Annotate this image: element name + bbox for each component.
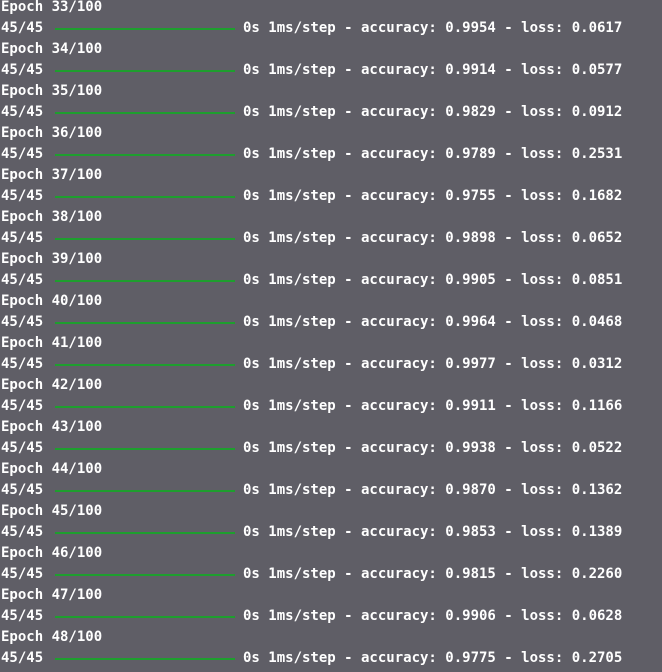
epoch-metrics: 0s 1ms/step - accuracy: 0.9853 - loss: 0… — [243, 524, 623, 540]
epoch-header: Epoch 44/100 — [1, 461, 103, 477]
epoch-header: Epoch 33/100 — [1, 0, 103, 15]
epoch-header: Epoch 47/100 — [1, 587, 103, 603]
epoch-metrics: 0s 1ms/step - accuracy: 0.9954 - loss: 0… — [243, 20, 623, 36]
step-counter: 45/45 — [1, 650, 44, 666]
step-counter: 45/45 — [1, 524, 44, 540]
epoch-metrics: 0s 1ms/step - accuracy: 0.9775 - loss: 0… — [243, 650, 623, 666]
step-counter: 45/45 — [1, 566, 44, 582]
step-counter: 45/45 — [1, 230, 44, 246]
progress-bar — [55, 154, 235, 156]
progress-bar — [55, 196, 235, 198]
step-counter: 45/45 — [1, 188, 44, 204]
epoch-metrics: 0s 1ms/step - accuracy: 0.9755 - loss: 0… — [243, 188, 623, 204]
step-counter: 45/45 — [1, 20, 44, 36]
progress-bar — [55, 238, 235, 240]
epoch-metrics: 0s 1ms/step - accuracy: 0.9911 - loss: 0… — [243, 398, 623, 414]
progress-bar — [55, 406, 235, 408]
epoch-header: Epoch 35/100 — [1, 83, 103, 99]
step-counter: 45/45 — [1, 482, 44, 498]
step-counter: 45/45 — [1, 608, 44, 624]
progress-bar — [55, 490, 235, 492]
step-counter: 45/45 — [1, 62, 44, 78]
epoch-metrics: 0s 1ms/step - accuracy: 0.9898 - loss: 0… — [243, 230, 623, 246]
progress-bar — [55, 658, 235, 660]
epoch-header: Epoch 43/100 — [1, 419, 103, 435]
terminal-output: Epoch 33/100 45/45 0s 1ms/step - accuracy:… — [0, 0, 662, 672]
progress-bar — [55, 28, 235, 30]
epoch-metrics: 0s 1ms/step - accuracy: 0.9914 - loss: 0… — [243, 62, 623, 78]
step-counter: 45/45 — [1, 272, 44, 288]
epoch-header: Epoch 42/100 — [1, 377, 103, 393]
epoch-header: Epoch 46/100 — [1, 545, 103, 561]
step-counter: 45/45 — [1, 440, 44, 456]
epoch-header: Epoch 37/100 — [1, 167, 103, 183]
epoch-metrics: 0s 1ms/step - accuracy: 0.9870 - loss: 0… — [243, 482, 623, 498]
epoch-header: Epoch 40/100 — [1, 293, 103, 309]
epoch-header: Epoch 41/100 — [1, 335, 103, 351]
progress-bar — [55, 574, 235, 576]
epoch-metrics: 0s 1ms/step - accuracy: 0.9905 - loss: 0… — [243, 272, 623, 288]
progress-bar — [55, 112, 235, 114]
epoch-metrics: 0s 1ms/step - accuracy: 0.9789 - loss: 0… — [243, 146, 623, 162]
epoch-header: Epoch 36/100 — [1, 125, 103, 141]
step-counter: 45/45 — [1, 398, 44, 414]
epoch-header: Epoch 38/100 — [1, 209, 103, 225]
epoch-metrics: 0s 1ms/step - accuracy: 0.9964 - loss: 0… — [243, 314, 623, 330]
progress-bar — [55, 322, 235, 324]
epoch-metrics: 0s 1ms/step - accuracy: 0.9829 - loss: 0… — [243, 104, 623, 120]
progress-bar — [55, 364, 235, 366]
progress-bar — [55, 280, 235, 282]
step-counter: 45/45 — [1, 146, 44, 162]
progress-bar — [55, 616, 235, 618]
epoch-metrics: 0s 1ms/step - accuracy: 0.9977 - loss: 0… — [243, 356, 623, 372]
progress-bar — [55, 70, 235, 72]
epoch-header: Epoch 48/100 — [1, 629, 103, 645]
step-counter: 45/45 — [1, 104, 44, 120]
epoch-metrics: 0s 1ms/step - accuracy: 0.9938 - loss: 0… — [243, 440, 623, 456]
epoch-header: Epoch 45/100 — [1, 503, 103, 519]
epoch-header: Epoch 39/100 — [1, 251, 103, 267]
step-counter: 45/45 — [1, 314, 44, 330]
progress-bar — [55, 448, 235, 450]
progress-bar — [55, 532, 235, 534]
step-counter: 45/45 — [1, 356, 44, 372]
epoch-metrics: 0s 1ms/step - accuracy: 0.9815 - loss: 0… — [243, 566, 623, 582]
epoch-header: Epoch 34/100 — [1, 41, 103, 57]
epoch-metrics: 0s 1ms/step - accuracy: 0.9906 - loss: 0… — [243, 608, 623, 624]
